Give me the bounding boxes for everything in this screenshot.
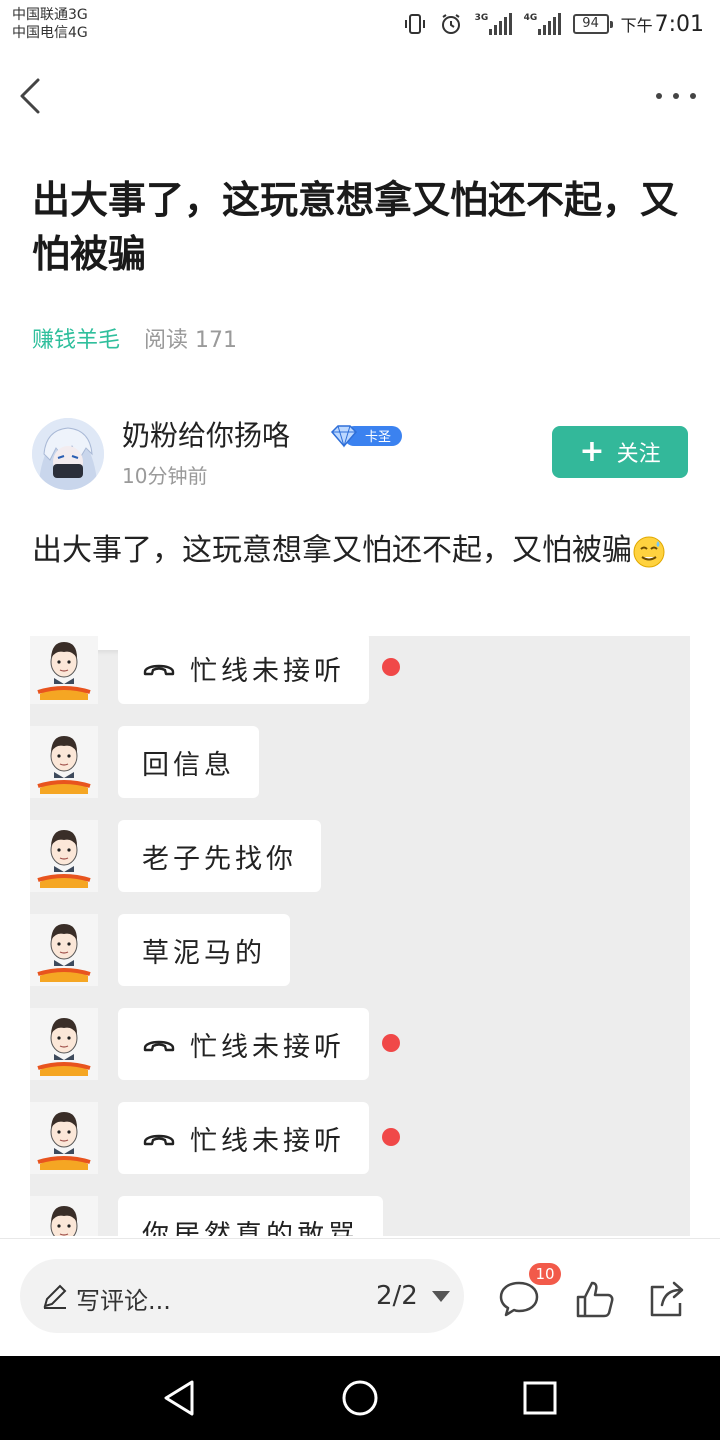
follow-label: 关注: [616, 442, 661, 467]
chat-bubble-text: 回信息: [142, 749, 235, 781]
phone-hangup-icon: [143, 1040, 175, 1052]
follow-button[interactable]: + 关注: [552, 426, 688, 478]
signal-3g-icon: 3G: [475, 13, 512, 35]
chat-message-row: 忙线未接听: [30, 1102, 690, 1174]
unread-dot: [382, 1034, 400, 1052]
chat-avatar: [30, 820, 98, 892]
post-title: 出大事了，这玩意想拿又怕还不起，又怕被骗: [32, 180, 679, 276]
unread-dot: [382, 1128, 400, 1146]
chat-bubble: 你居然真的敢骂: [118, 1196, 383, 1236]
post-time: 10分钟前: [122, 464, 208, 488]
chat-bubble-text: 老子先找你: [142, 843, 297, 875]
comment-placeholder: 写评论...: [76, 1287, 171, 1315]
read-count: 阅读 171: [144, 328, 238, 353]
chat-avatar: [30, 1196, 98, 1236]
sweat-emoji-icon: [633, 536, 665, 567]
post-body-text: 出大事了，这玩意想拿又怕还不起，又怕被骗: [32, 533, 632, 568]
chat-message-row: 忙线未接听: [30, 636, 690, 704]
chat-bubble-text: 忙线未接听: [190, 655, 345, 687]
clock: 下午7:01: [620, 11, 704, 37]
svg-text:卡圣: 卡圣: [365, 430, 391, 445]
pen-icon: [43, 1284, 67, 1309]
missed-call-bubble: 忙线未接听: [118, 1008, 369, 1080]
nav-recents-square-icon[interactable]: [520, 1378, 560, 1418]
chat-avatar: [30, 914, 98, 986]
status-bar: 中国联通3G 中国电信4G 3G 4G 94 下午7:01: [0, 0, 720, 48]
signal-4g-icon: 4G: [524, 13, 561, 35]
chat-avatar: [30, 1102, 98, 1174]
avatar[interactable]: [32, 418, 104, 490]
diamond-badge-icon: 卡圣: [330, 425, 402, 448]
status-icons: 3G 4G 94 下午7:01: [403, 10, 704, 38]
system-nav-bar: [0, 1356, 720, 1440]
chat-message-row: 忙线未接听: [30, 1008, 690, 1080]
chat-bubble: 回信息: [118, 726, 259, 798]
chat-avatar: [30, 726, 98, 798]
category-link[interactable]: 赚钱羊毛: [32, 322, 120, 354]
phone-hangup-icon: [143, 664, 175, 676]
carrier-2-label: 中国电信4G: [12, 25, 88, 41]
battery-icon: 94: [572, 14, 613, 34]
share-icon[interactable]: [646, 1279, 688, 1319]
chat-bubble-text: 草泥马的: [142, 937, 266, 969]
missed-call-bubble: 忙线未接听: [118, 1102, 369, 1174]
chat-message-row: 回信息: [30, 726, 690, 798]
top-nav: [0, 56, 720, 136]
missed-call-bubble: 忙线未接听: [118, 636, 369, 704]
chat-message-row: 你居然真的敢骂: [30, 1196, 690, 1236]
nav-home-circle-icon[interactable]: [340, 1378, 380, 1418]
chat-message-row: 草泥马的: [30, 914, 690, 986]
thumbs-up-icon[interactable]: [574, 1279, 616, 1319]
vibrate-icon: [404, 14, 425, 34]
comment-icon[interactable]: [498, 1279, 540, 1319]
chat-avatar: [30, 1008, 98, 1080]
post-meta: 赚钱羊毛 阅读 171: [32, 322, 237, 354]
chat-screenshot-image[interactable]: 忙线未接听 回信息 老子先找你 草泥马的 忙线未接听 忙线未接听 你居然真的敢骂: [30, 636, 690, 1236]
plus-icon: +: [579, 434, 605, 469]
unread-dot: [382, 658, 400, 676]
chat-avatar: [30, 636, 98, 704]
phone-hangup-icon: [143, 1134, 175, 1146]
caret-down-icon[interactable]: [432, 1291, 450, 1302]
carrier-1-label: 中国联通3G: [12, 7, 88, 23]
bottom-bar: 写评论... 2/2 10: [0, 1238, 720, 1356]
author-name[interactable]: 奶粉给你扬咯: [122, 414, 290, 454]
chat-bubble: 老子先找你: [118, 820, 321, 892]
chat-bubble-text: 你居然真的敢骂: [142, 1219, 359, 1237]
more-horizontal-icon[interactable]: [656, 84, 696, 108]
chat-bubble-text: 忙线未接听: [190, 1125, 345, 1157]
chat-bubble: 草泥马的: [118, 914, 290, 986]
chat-bubble-text: 忙线未接听: [190, 1031, 345, 1063]
comment-input[interactable]: 写评论... 2/2: [20, 1259, 464, 1333]
nav-back-triangle-icon[interactable]: [160, 1378, 200, 1418]
chat-message-row: 老子先找你: [30, 820, 690, 892]
comment-count-badge: 10: [529, 1263, 561, 1285]
chevron-left-icon[interactable]: [14, 74, 50, 118]
page-indicator[interactable]: 2/2: [376, 1281, 418, 1311]
alarm-icon: [441, 14, 460, 34]
post-body: 出大事了，这玩意想拿又怕还不起，又怕被骗: [32, 524, 696, 578]
